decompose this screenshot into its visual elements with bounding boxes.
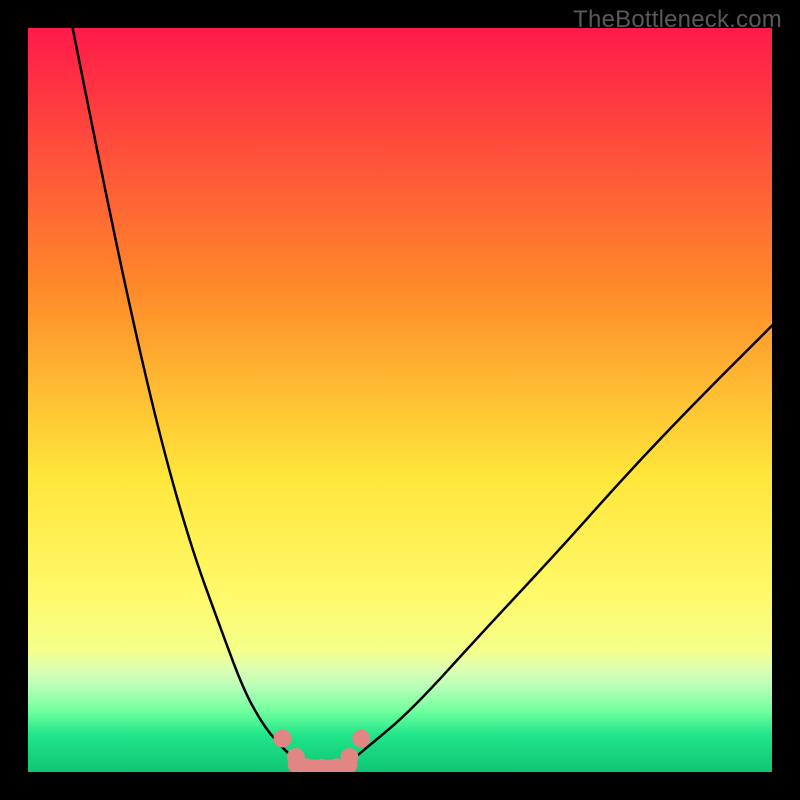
- chart-background: [28, 28, 772, 772]
- chart-svg: [28, 28, 772, 772]
- marker-dot: [273, 730, 291, 748]
- chart-container: [28, 28, 772, 772]
- marker-dot: [352, 730, 370, 748]
